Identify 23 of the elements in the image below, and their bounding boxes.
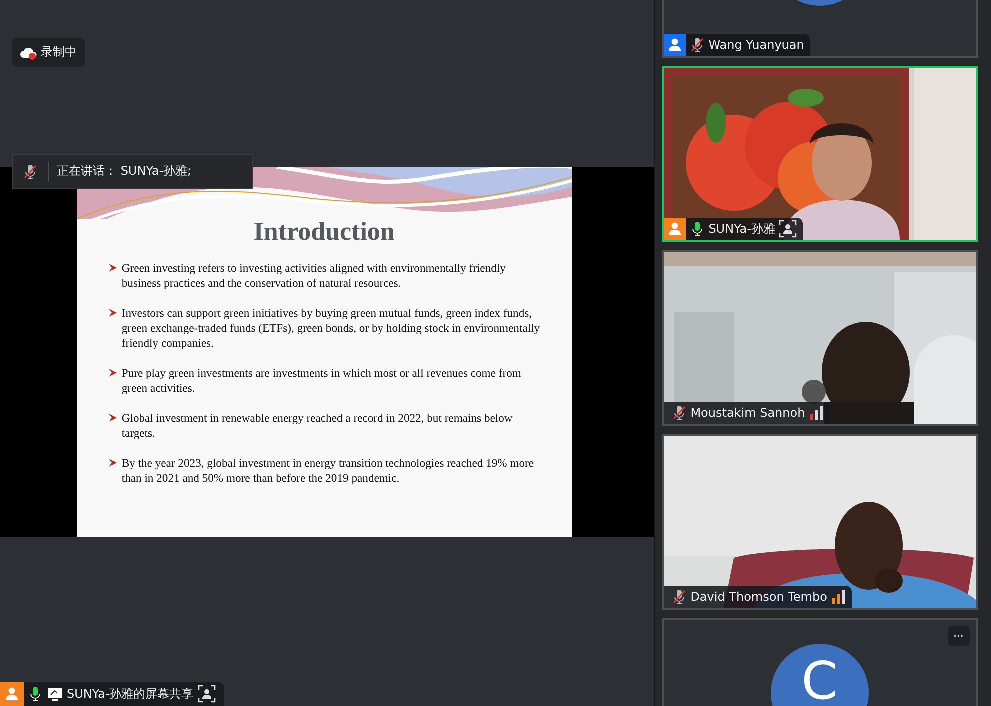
arrow-icon xyxy=(108,369,117,377)
arrow-icon xyxy=(108,459,117,467)
signal-icon xyxy=(831,590,846,604)
participant-name: Wang Yuanyuan xyxy=(708,38,804,52)
bullet-text: Global investment in renewable energy reached a record in 2022, but remains below targets. xyxy=(122,411,514,441)
bullet-text: By the year 2023, global investment in energy transition technologies reached 19% more than in 2021 and 50% more than before the 2019 pandemic. xyxy=(122,456,536,486)
arrow-icon xyxy=(108,309,117,317)
more-button[interactable]: ··· xyxy=(948,626,970,646)
signal-icon xyxy=(809,406,824,420)
participant-name: SUNYa-孙雅 xyxy=(708,220,776,238)
share-name: SUNYa-孙雅的屏幕共享 xyxy=(67,686,194,702)
slide-title: Introduction xyxy=(254,217,395,247)
bullet-text: Pure play green investments are investments in which most or all revenues come from green activities. xyxy=(122,366,522,396)
recording-label: 录制中 xyxy=(41,44,77,61)
participant-name: Moustakim Sannoh xyxy=(690,406,806,420)
screen-share-icon xyxy=(47,686,63,702)
bullet-text: Investors can support green initiatives by buying green mutual funds, green index funds, green exchange-traded funds (ETFs), green bonds, or by holding stock in environmentally friendly companies. xyxy=(122,306,542,351)
avatar: C xyxy=(770,644,869,706)
arrow-icon xyxy=(108,264,117,272)
bullet-text: Green investing refers to investing activities aligned with environmentally friendly business practices and the conservation of natural resources. xyxy=(122,261,507,291)
participant-name: David Thomson Tembo xyxy=(690,590,828,604)
speaker-text: 正在讲话： SUNYa-孙雅; xyxy=(57,163,192,180)
arrow-icon xyxy=(108,414,117,422)
